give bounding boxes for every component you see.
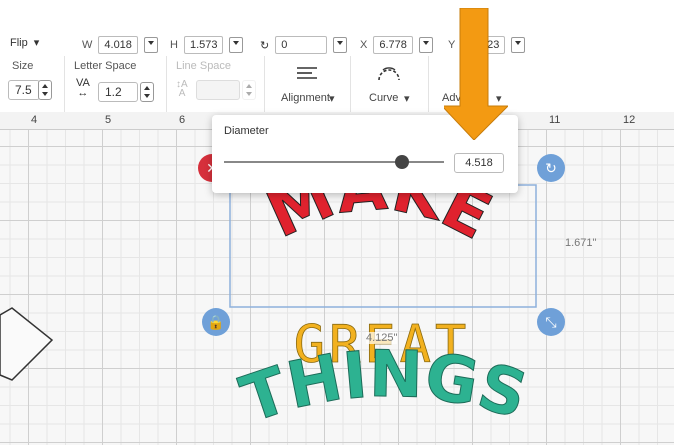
align-left-icon xyxy=(297,67,317,79)
diameter-input[interactable]: 4.518 xyxy=(454,153,504,173)
x-label: X xyxy=(360,39,368,51)
text-toolbar: Size 7.5 Letter Space VA ↔ 1.2 Line Space… xyxy=(0,56,674,113)
curve-icon xyxy=(378,67,400,81)
line-space-label: Line Space xyxy=(176,60,232,72)
rotate-icon: ↻ xyxy=(260,39,270,52)
size-stepper[interactable] xyxy=(38,80,52,100)
divider xyxy=(64,56,65,112)
selection-width-label: 4.125" xyxy=(366,332,398,344)
rotate-control: ↻ 0 xyxy=(260,36,348,54)
things-text[interactable]: THINGS xyxy=(232,337,535,438)
size-input[interactable]: 7.5 xyxy=(8,80,40,100)
width-control: W 4.018 xyxy=(82,36,158,54)
line-space-icon: ↕A A xyxy=(176,79,188,99)
curve-button[interactable]: Curve ▾ xyxy=(352,56,426,112)
height-stepper[interactable] xyxy=(229,37,244,53)
curve-label: Curve xyxy=(369,92,399,104)
rotate-input[interactable]: 0 xyxy=(275,36,328,54)
letter-space-stepper[interactable] xyxy=(140,82,154,102)
diameter-label: Diameter xyxy=(224,125,269,137)
divider xyxy=(428,56,429,112)
rotate-icon: ↻ xyxy=(545,160,557,176)
diameter-slider-track[interactable] xyxy=(224,155,444,169)
width-input[interactable]: 4.018 xyxy=(98,36,138,54)
divider xyxy=(166,56,167,112)
x-input[interactable]: 6.778 xyxy=(373,36,413,54)
width-stepper[interactable] xyxy=(143,37,158,53)
letter-space-input[interactable]: 1.2 xyxy=(98,82,138,102)
height-input[interactable]: 1.573 xyxy=(183,36,224,54)
alignment-label: Alignment xyxy=(281,92,330,104)
orange-arrow xyxy=(444,8,508,140)
resize-icon: ⤡ xyxy=(545,314,557,330)
line-space-stepper xyxy=(242,80,256,100)
chevron-down-icon: ▾ xyxy=(404,93,410,105)
diameter-slider-thumb[interactable] xyxy=(395,155,410,169)
divider xyxy=(264,56,265,112)
edit-toolbar: Flip ▾ W 4.018 H 1.573 ↻ 0 X 6.778 Y 23 xyxy=(0,0,674,57)
width-label: W xyxy=(82,39,93,51)
letter-space-icon: VA ↔ xyxy=(76,77,90,99)
divider xyxy=(350,56,351,112)
resize-handle[interactable]: ⤡ xyxy=(537,308,565,336)
lock-handle[interactable]: 🔒 xyxy=(202,308,230,336)
selection-height-label: 1.671" xyxy=(565,237,597,249)
ruler-tick-label: 6 xyxy=(179,114,186,126)
x-stepper[interactable] xyxy=(418,37,433,53)
chevron-down-icon: ▾ xyxy=(329,93,335,105)
x-position-control: X 6.778 xyxy=(360,36,433,54)
flip-label: Flip xyxy=(10,36,28,49)
rotate-handle[interactable]: ↻ xyxy=(537,154,565,182)
things-text-path: THINGS xyxy=(232,337,535,438)
size-label: Size xyxy=(12,60,34,72)
ruler-tick-label: 12 xyxy=(623,114,636,126)
ruler-tick-label: 5 xyxy=(105,114,112,126)
height-control: H 1.573 xyxy=(170,36,244,54)
flip-menu[interactable]: Flip ▾ xyxy=(10,36,40,50)
ruler-tick-label: 11 xyxy=(549,114,561,126)
rotate-stepper[interactable] xyxy=(333,37,348,53)
letter-space-label: Letter Space xyxy=(74,60,137,72)
alignment-button[interactable]: Alignment ▾ xyxy=(266,56,348,112)
lock-icon: 🔒 xyxy=(207,314,225,330)
line-space-input xyxy=(196,80,240,100)
y-stepper[interactable] xyxy=(511,37,526,53)
chevron-down-icon: ▾ xyxy=(33,37,40,49)
height-label: H xyxy=(170,39,178,51)
arrow-shape[interactable] xyxy=(0,307,54,381)
ruler-tick-label: 4 xyxy=(31,114,38,126)
